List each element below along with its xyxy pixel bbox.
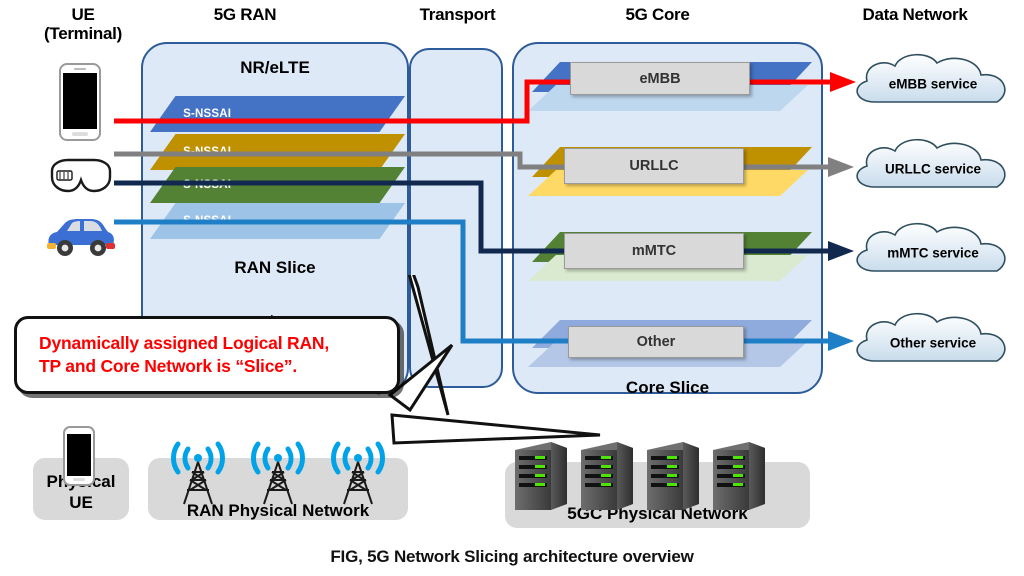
- cloud-mmtc-service: mMTC service: [845, 219, 1024, 287]
- cloud-label-urllc: URLLC service: [884, 161, 982, 177]
- callout-line-2: TP and Core Network is “Slice”.: [39, 356, 298, 376]
- cloud-label-mmtc: mMTC service: [887, 245, 979, 261]
- cloud-urllc-service: URLLC service: [845, 135, 1024, 203]
- callout-box: Dynamically assigned Logical RAN, TP and…: [14, 316, 400, 394]
- core-function-mmtc[interactable]: mMTC: [564, 233, 744, 269]
- core-function-embb[interactable]: eMBB: [570, 62, 750, 95]
- cloud-label-other: Other service: [889, 335, 977, 351]
- cloud-other-service: Other service: [845, 309, 1024, 377]
- callout-line-1: Dynamically assigned Logical RAN,: [39, 333, 330, 353]
- diagram-canvas: UE (Terminal) 5G RAN Transport 5G Core D…: [0, 0, 1024, 576]
- core-function-urllc[interactable]: URLLC: [564, 148, 744, 184]
- cloud-label-embb: eMBB service: [888, 76, 978, 92]
- cloud-embb-service: eMBB service: [845, 50, 1024, 118]
